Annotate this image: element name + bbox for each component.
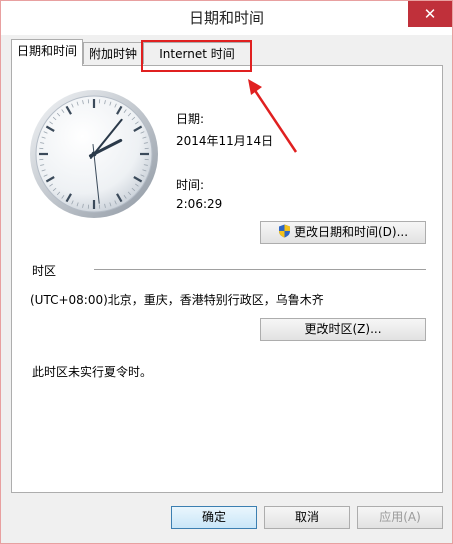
timezone-value: (UTC+08:00)北京，重庆，香港特别行政区，乌鲁木齐 [30,293,324,307]
change-timezone-label: 更改时区(Z)... [304,322,382,336]
analog-clock [30,90,158,218]
apply-label: 应用(A) [379,510,421,524]
change-date-time-button[interactable]: 更改日期和时间(D)... [260,221,426,244]
close-button[interactable]: ✕ [408,1,452,27]
close-icon: ✕ [423,5,437,23]
change-date-time-label: 更改日期和时间(D)... [293,225,409,239]
tab-label: 日期和时间 [16,44,77,58]
shield-icon [278,224,290,238]
timezone-section-label: 时区 [32,264,57,278]
window-title: 日期和时间 [188,9,264,27]
time-value: 2:06:29 [176,197,223,211]
ok-label: 确定 [201,510,226,524]
section-divider [94,269,426,270]
ok-button[interactable]: 确定 [171,506,257,529]
annotation-arrow-icon [248,79,298,153]
date-label: 日期: [176,112,205,126]
cancel-label: 取消 [294,510,319,524]
annotation-highlight-box [141,40,252,72]
tab-label: 附加时钟 [88,47,137,61]
clock-center [91,151,97,157]
apply-button[interactable]: 应用(A) [357,506,443,529]
dst-note: 此时区未实行夏令时。 [32,365,153,379]
change-timezone-button[interactable]: 更改时区(Z)... [260,318,426,341]
cancel-button[interactable]: 取消 [264,506,350,529]
tab-panel: 日期: 2014年11月14日 时间: 2:06:29 更改日期和时间(D)..… [11,65,443,493]
time-label: 时间: [176,178,205,192]
tab-date-time[interactable]: 日期和时间 [11,39,83,66]
dialog-window: 日期和时间 ✕ 日期和时间 附加时钟 Internet 时间 日期: 2014年… [0,0,453,544]
title-bar[interactable]: 日期和时间 ✕ [1,1,452,35]
tab-additional-clocks[interactable]: 附加时钟 [83,42,143,64]
